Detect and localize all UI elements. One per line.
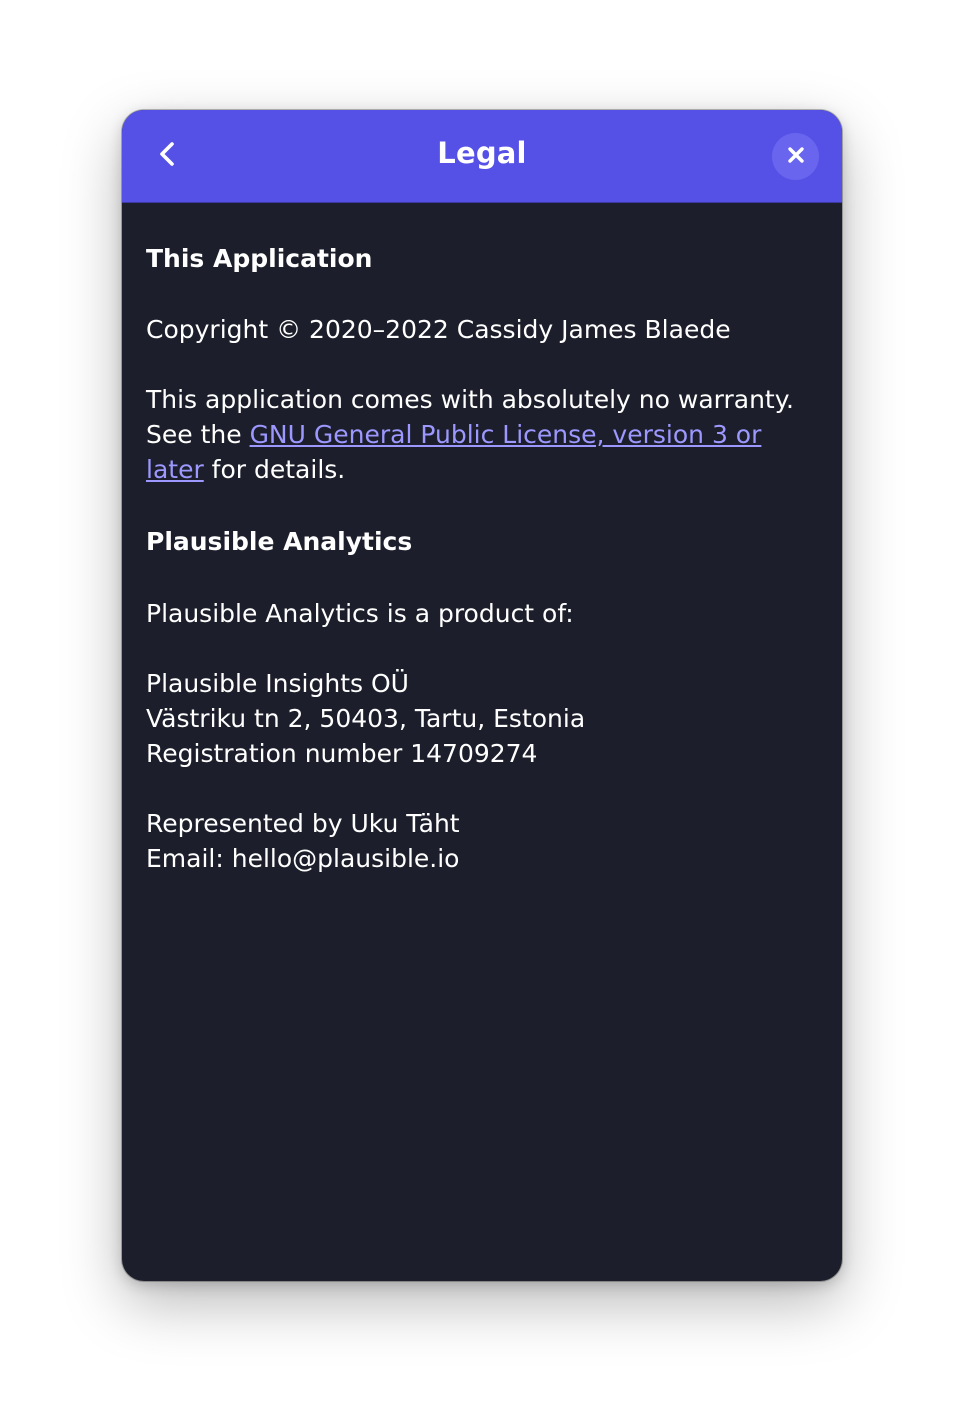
contact-info: Represented by Uku Täht Email: hello@pla… [146,806,822,876]
representative-text: Represented by Uku Täht [146,809,460,838]
email-text: Email: hello@plausible.io [146,844,460,873]
legal-content: This Application Copyright © 2020–2022 C… [146,203,822,876]
warranty-suffix: for details. [203,455,346,484]
header-bar: Legal [122,110,842,203]
legal-dialog: Legal This Application Copyright © 2020–… [122,110,842,1281]
close-button[interactable] [772,133,819,180]
copyright-text: Copyright © 2020–2022 Cassidy James Blae… [146,315,731,344]
company-address: Västriku tn 2, 50403, Tartu, Estonia [146,704,586,733]
page-title: Legal [437,136,527,170]
section-heading-this-application: This Application [146,244,373,273]
company-info: Plausible Insights OÜ Västriku tn 2, 504… [146,666,822,771]
company-name: Plausible Insights OÜ [146,669,409,698]
section-heading-plausible-analytics: Plausible Analytics [146,527,413,556]
warranty-text: This application comes with absolutely n… [146,382,822,487]
plausible-intro-text: Plausible Analytics is a product of: [146,599,574,628]
close-icon [786,145,806,169]
company-registration: Registration number 14709274 [146,739,538,768]
